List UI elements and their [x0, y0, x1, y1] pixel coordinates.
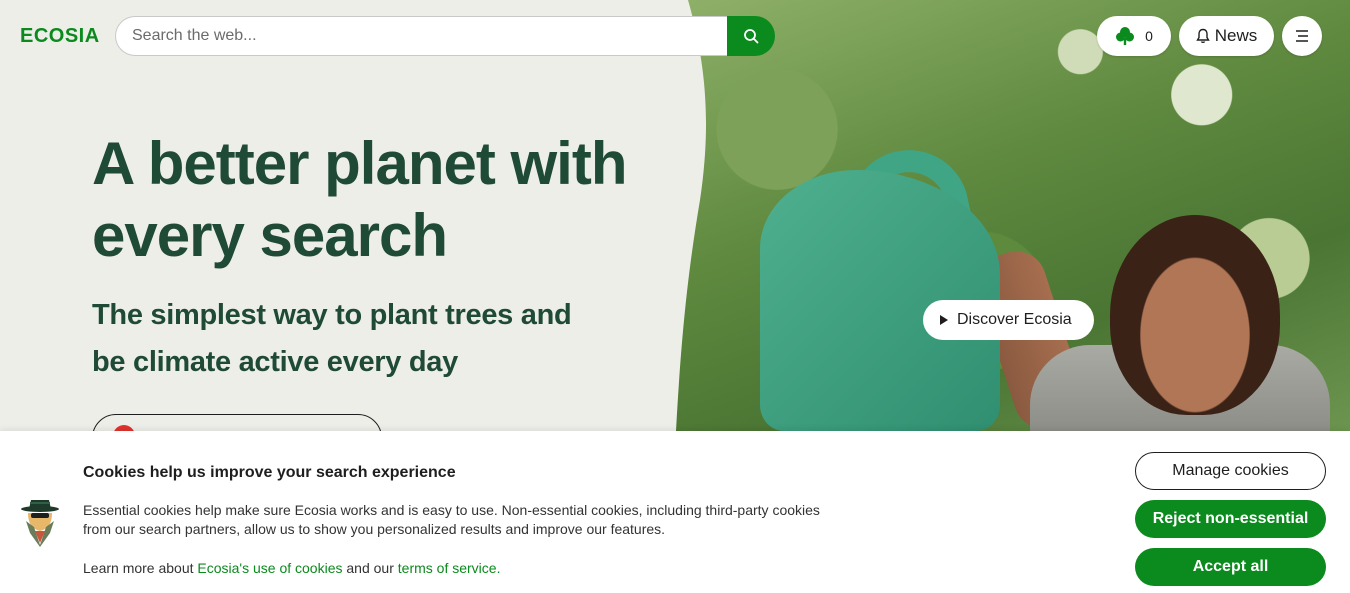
- tree-count: 0: [1145, 28, 1153, 44]
- menu-icon: [1296, 30, 1308, 42]
- menu-button[interactable]: [1282, 16, 1322, 56]
- ecosia-logo[interactable]: ECOSIA: [20, 25, 100, 48]
- photo-person-head: [1110, 215, 1280, 415]
- cookie-mascot-icon: [21, 500, 59, 547]
- search-button[interactable]: [727, 16, 775, 56]
- cookie-banner: Cookies help us improve your search expe…: [0, 431, 1350, 593]
- accept-all-button[interactable]: Accept all: [1135, 548, 1326, 586]
- photo-wave-edge: [660, 0, 707, 431]
- news-label: News: [1214, 26, 1258, 45]
- learn-mid: and our: [342, 560, 398, 576]
- cookie-body: Essential cookies help make sure Ecosia …: [83, 502, 820, 537]
- reject-non-essential-button[interactable]: Reject non-essential: [1135, 500, 1326, 538]
- tree-icon: [1116, 27, 1135, 45]
- tree-counter[interactable]: 0: [1097, 16, 1171, 56]
- hero-subtitle: The simplest way to plant trees and be c…: [92, 299, 572, 378]
- cookie-title: Cookies help us improve your search expe…: [83, 464, 456, 481]
- search-bar: [115, 16, 775, 56]
- news-button[interactable]: News: [1179, 16, 1274, 56]
- manage-cookies-button[interactable]: Manage cookies: [1135, 452, 1326, 490]
- discover-ecosia-button[interactable]: Discover Ecosia: [923, 300, 1094, 340]
- cookies-policy-link[interactable]: Ecosia's use of cookies: [197, 560, 342, 576]
- cookie-learn-more: Learn more about Ecosia's use of cookies…: [83, 560, 500, 576]
- play-icon: [940, 315, 948, 325]
- hero-title: A better planet with every search: [92, 130, 627, 269]
- search-icon: [744, 29, 759, 44]
- search-input[interactable]: [115, 16, 727, 56]
- learn-prefix: Learn more about: [83, 560, 198, 576]
- terms-of-service-link[interactable]: terms of service.: [398, 560, 501, 576]
- discover-label: Discover Ecosia: [957, 311, 1072, 328]
- bell-icon: [1195, 28, 1210, 44]
